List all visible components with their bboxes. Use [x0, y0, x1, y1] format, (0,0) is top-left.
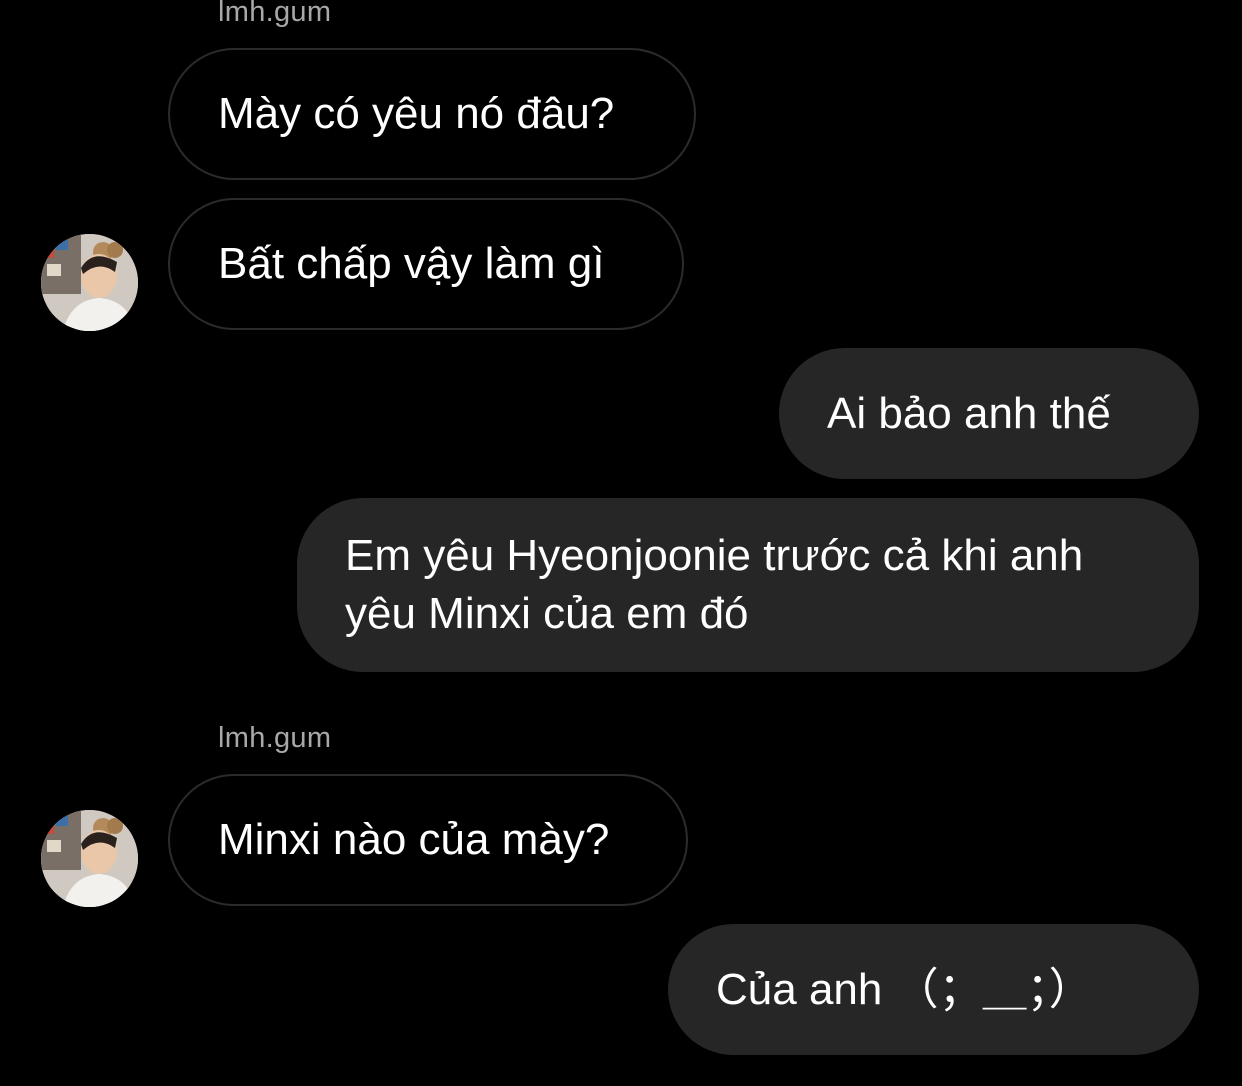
incoming-message[interactable]: Mày có yêu nó đâu? [168, 48, 696, 180]
outgoing-message[interactable]: Ai bảo anh thế [779, 348, 1199, 479]
avatar-image [41, 810, 138, 907]
avatar[interactable] [41, 234, 138, 331]
message-text: Ai bảo anh thế [827, 388, 1111, 438]
outgoing-message[interactable]: Của anh （；＿；） [668, 924, 1199, 1055]
message-text: Của anh （；＿；） [716, 964, 1093, 1014]
incoming-message[interactable]: Bất chấp vậy làm gì [168, 198, 684, 330]
avatar[interactable] [41, 810, 138, 907]
incoming-message[interactable]: Minxi nào của mày? [168, 774, 688, 906]
message-text: Minxi nào của mày? [218, 815, 610, 864]
sender-name: lmh.gum [218, 0, 332, 28]
message-text: Em yêu Hyeonjoonie trước cả khi anh yêu … [345, 531, 1084, 638]
chat-thread: lmh.gum Mày có yêu nó đâu? Bất chấp vậy … [0, 0, 1242, 1086]
message-text: Bất chấp vậy làm gì [218, 239, 605, 288]
avatar-image [41, 234, 138, 331]
sender-name: lmh.gum [218, 722, 332, 754]
message-text: Mày có yêu nó đâu? [218, 89, 615, 138]
outgoing-message[interactable]: Em yêu Hyeonjoonie trước cả khi anh yêu … [297, 498, 1199, 672]
